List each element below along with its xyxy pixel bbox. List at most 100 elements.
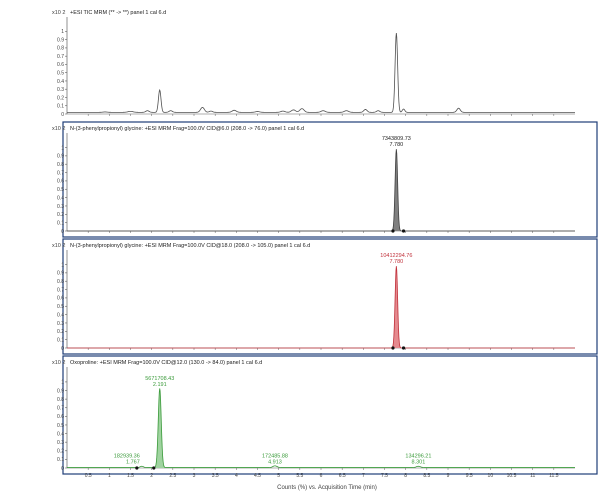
y-tick-label: 0 (61, 112, 64, 118)
x-tick-label: 11.5 (549, 473, 559, 479)
y-tick-label: 0 (61, 346, 64, 352)
y-tick-label: 0 (61, 229, 64, 235)
x-tick-label: 2 (150, 473, 153, 479)
chart-panel-4: x10 2 Oxoproline: +ESI MRM Frag=100.0V CI… (52, 355, 598, 479)
x-tick-label: 8 (404, 473, 407, 479)
x-tick-label: 8.5 (423, 473, 430, 479)
y-tick-label: 0.9 (57, 37, 64, 43)
x-tick-label: 6.5 (339, 473, 346, 479)
y-tick-label: 0.8 (57, 162, 64, 168)
y-tick-label: 0.6 (57, 62, 64, 68)
x-tick-label: 7 (362, 473, 365, 479)
y-tick-label: 0.3 (57, 87, 64, 93)
y-tick-label: 0.8 (57, 279, 64, 285)
x-tick-label: 4.5 (254, 473, 261, 479)
integration-marker (401, 346, 406, 350)
y-exponent-label: x10 2 (52, 360, 65, 366)
y-tick-label: 0.2 (57, 449, 64, 455)
panel-frame (62, 238, 598, 355)
y-tick-label: 0.5 (57, 70, 64, 76)
y-tick-label: 0.7 (57, 406, 64, 412)
panel-title: N-(3-phenylpropionyl) glycine: +ESI MRM … (70, 126, 304, 132)
y-tick-label: 0.6 (57, 296, 64, 302)
y-tick-label: 0.7 (57, 170, 64, 176)
x-tick-label: 3.5 (212, 473, 219, 479)
peak-fill (391, 149, 402, 231)
y-tick-label: 0.9 (57, 271, 64, 277)
y-tick-label: 0.9 (57, 388, 64, 394)
y-tick-label: 0.2 (57, 95, 64, 101)
y-tick-label: 0.2 (57, 212, 64, 218)
trace-line (67, 266, 575, 349)
chromatogram-figure: Counts (%) vs. Acquisition Time (min) x1… (52, 10, 598, 491)
y-tick-label: 0.5 (57, 304, 64, 310)
peak-rt-label: 4.913 (268, 459, 282, 465)
y-exponent-label: x10 2 (52, 10, 65, 16)
trace-line (67, 149, 575, 232)
y-tick-label: 0.3 (57, 321, 64, 327)
peak-rt-label: 7.780 (389, 142, 403, 148)
y-tick-label: 1 (61, 380, 64, 386)
trace-line (67, 33, 575, 113)
y-tick-label: 0.3 (57, 440, 64, 446)
x-tick-label: 0.5 (85, 473, 92, 479)
chart-panel-2: x10 2 N-(3-phenylpropionyl) glycine: +ESI… (52, 121, 598, 238)
peak-rt-label: 1.767 (126, 460, 140, 466)
x-tick-label: 10.5 (507, 473, 517, 479)
panel-frame (62, 355, 598, 475)
peak-rt-label: 8.301 (412, 460, 426, 466)
peak-fill (154, 388, 166, 468)
y-tick-label: 1 (61, 262, 64, 268)
y-exponent-label: x10 2 (52, 126, 65, 132)
y-tick-label: 0.5 (57, 423, 64, 429)
chart-panel-3: x10 2 N-(3-phenylpropionyl) glycine: +ESI… (52, 238, 598, 355)
panel-title: N-(3-phenylpropionyl) glycine: +ESI MRM … (70, 243, 310, 249)
chart-panel-1: x10 2 +ESI TIC MRM (** -> **) panel 1 cal… (52, 10, 575, 118)
x-tick-label: 5.5 (296, 473, 303, 479)
integration-marker (391, 346, 395, 350)
x-tick-label: 4 (235, 473, 238, 479)
y-tick-label: 0.4 (57, 79, 64, 85)
y-tick-label: 0.4 (57, 312, 64, 318)
integration-marker (152, 466, 156, 470)
y-tick-label: 0.5 (57, 187, 64, 193)
x-tick-label: 1 (108, 473, 111, 479)
y-tick-label: 0.4 (57, 431, 64, 437)
x-tick-label: 6 (320, 473, 323, 479)
y-tick-label: 0.3 (57, 204, 64, 210)
y-tick-label: 0.8 (57, 397, 64, 403)
integration-marker (391, 229, 395, 233)
y-tick-label: 0.2 (57, 329, 64, 335)
x-tick-label: 11 (530, 473, 535, 479)
x-tick-label: 7.5 (381, 473, 388, 479)
panel-title: Oxoproline: +ESI MRM Frag=100.0V CID@12.… (70, 360, 262, 366)
y-tick-label: 1 (61, 145, 64, 151)
y-tick-label: 0.8 (57, 46, 64, 52)
integration-marker (135, 466, 139, 470)
y-tick-label: 0.6 (57, 414, 64, 420)
y-tick-label: 0.7 (57, 54, 64, 60)
x-axis-label: Counts (%) vs. Acquisition Time (min) (277, 485, 377, 491)
y-tick-label: 0.1 (57, 104, 64, 110)
trace-line (67, 388, 575, 468)
y-tick-label: 0.6 (57, 179, 64, 185)
x-tick-label: 5 (277, 473, 280, 479)
y-tick-label: 1 (61, 29, 64, 35)
panel-frame (62, 121, 598, 238)
integration-marker (401, 229, 406, 233)
peak-rt-label: 2.191 (153, 382, 167, 388)
y-tick-label: 0.1 (57, 457, 64, 463)
y-tick-label: 0.1 (57, 337, 64, 343)
x-tick-label: 1.5 (127, 473, 134, 479)
y-tick-label: 0 (61, 466, 64, 472)
y-tick-label: 0.9 (57, 154, 64, 160)
panel-title: +ESI TIC MRM (** -> **) panel 1 cal 6.d (70, 10, 166, 16)
y-exponent-label: x10 2 (52, 243, 65, 249)
x-tick-label: 10 (488, 473, 494, 479)
y-tick-label: 0.4 (57, 195, 64, 201)
x-tick-label: 9.5 (466, 473, 473, 479)
peak-fill (391, 266, 402, 348)
x-tick-label: 9 (447, 473, 450, 479)
y-tick-label: 0.7 (57, 287, 64, 293)
x-tick-label: 3 (193, 473, 196, 479)
